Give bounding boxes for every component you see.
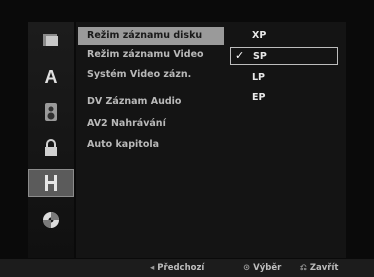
select-hint[interactable]: ⊙ Výběr (243, 259, 281, 277)
disc-settings-icon (43, 212, 59, 228)
menu-item-dv-record-audio[interactable]: DV Záznam Audio (78, 93, 224, 111)
left-arrow-icon: ◂ (150, 263, 155, 273)
close-label: Zavřít (309, 263, 339, 273)
category-sidebar: A (28, 22, 74, 258)
previous-label: Předchozí (157, 263, 205, 273)
close-hint[interactable]: ⎌ Zavřít (300, 259, 338, 277)
film-icon (45, 175, 57, 191)
audio-icon (45, 103, 57, 121)
menu-item-disc-record-mode[interactable]: Režim záznamu disku (78, 27, 224, 45)
option-lp[interactable]: LP (230, 69, 338, 87)
return-icon: ⎌ (300, 263, 307, 273)
option-label: LP (252, 72, 266, 83)
sidebar-item-language[interactable]: A (28, 62, 74, 90)
sidebar-item-audio[interactable] (28, 98, 74, 126)
menu-item-video-record-system[interactable]: Systém Video zázn. (78, 66, 224, 84)
option-xp[interactable]: XP (230, 27, 338, 45)
option-label: SP (253, 51, 267, 62)
enter-icon: ⊙ (243, 263, 251, 273)
option-label: XP (252, 30, 267, 41)
option-ep[interactable]: EP (230, 89, 338, 107)
sidebar-item-recording[interactable] (28, 169, 74, 197)
menu-item-video-record-mode[interactable]: Režim záznamu Video (78, 46, 224, 64)
option-sp[interactable]: ✓ SP (230, 47, 338, 65)
option-label: EP (252, 92, 266, 103)
sidebar-item-disc-settings[interactable] (28, 206, 74, 234)
setup-screen: A Režim záznamu disku Režim záznamu Vide… (0, 0, 374, 277)
language-icon: A (45, 67, 58, 86)
lock-icon (45, 139, 57, 156)
menu-item-av2-recording[interactable]: AV2 Nahrávání (78, 115, 224, 133)
sidebar-item-disc[interactable] (28, 26, 74, 54)
previous-hint[interactable]: ◂ Předchozí (150, 259, 204, 277)
select-label: Výběr (253, 263, 282, 273)
disc-icon (43, 34, 58, 46)
menu-item-auto-chapter[interactable]: Auto kapitola (78, 136, 224, 154)
button-guide-bar: ◂ Předchozí ⊙ Výběr ⎌ Zavřít (0, 259, 374, 277)
svg-text:A: A (45, 67, 58, 86)
sidebar-item-lock[interactable] (28, 134, 74, 162)
check-icon: ✓ (235, 49, 245, 62)
